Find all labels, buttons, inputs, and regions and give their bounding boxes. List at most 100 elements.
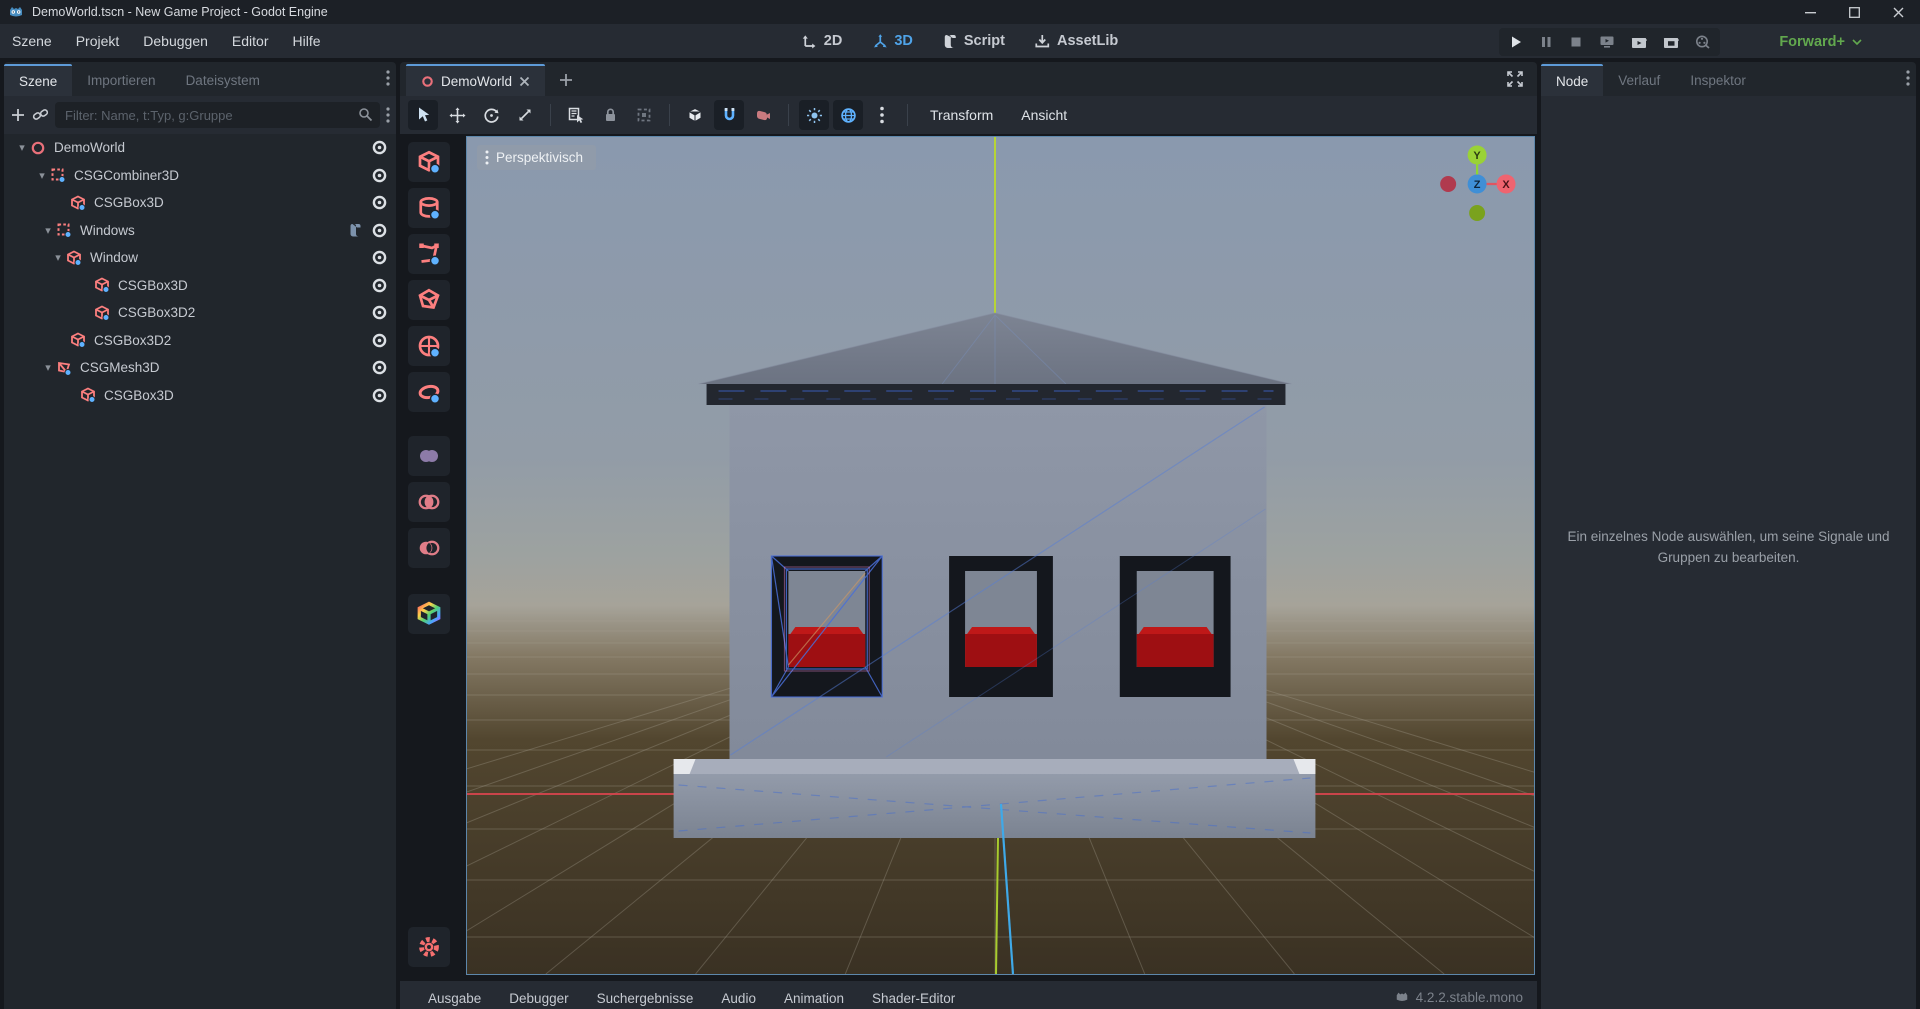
stop-button[interactable]: [1569, 35, 1583, 49]
tree-row-csgbox3d[interactable]: CSGBox3D: [4, 272, 396, 300]
play-button[interactable]: [1509, 35, 1523, 49]
view-menu[interactable]: Ansicht: [1009, 107, 1079, 123]
axis-neg-x[interactable]: [1440, 176, 1456, 192]
bottom-tab-debugger[interactable]: Debugger: [495, 985, 582, 1006]
tree-row-csgbox3d2[interactable]: CSGBox3D2: [4, 299, 396, 327]
visibility-icon[interactable]: [371, 387, 388, 404]
tree-row-csgbox3d[interactable]: CSGBox3D: [4, 382, 396, 410]
visibility-icon[interactable]: [371, 249, 388, 266]
csg-polygon-button[interactable]: [408, 234, 450, 274]
play-custom-scene-button[interactable]: [1663, 35, 1679, 49]
lock-node-button[interactable]: [595, 100, 625, 130]
csg-operation-intersection-button[interactable]: [408, 482, 450, 522]
workspace-3d-button[interactable]: 3D: [862, 29, 923, 53]
csg-sphere-icon: [417, 334, 441, 358]
workspace-2d-button[interactable]: 2D: [792, 29, 853, 53]
visibility-icon[interactable]: [371, 139, 388, 156]
tree-row-csgbox3d[interactable]: CSGBox3D: [4, 189, 396, 217]
override-camera-button[interactable]: [748, 100, 778, 130]
visibility-icon[interactable]: [371, 167, 388, 184]
renderer-dropdown[interactable]: Forward+: [1779, 24, 1862, 60]
close-tab-icon[interactable]: [519, 76, 530, 87]
play-scene-button[interactable]: [1631, 35, 1647, 49]
tab-importieren[interactable]: Importieren: [72, 64, 170, 96]
csg-mesh-button[interactable]: [408, 280, 450, 320]
workspace-assetlib-button[interactable]: AssetLib: [1025, 29, 1128, 53]
add-node-button[interactable]: [10, 107, 26, 123]
bottom-tab-animation[interactable]: Animation: [770, 985, 858, 1006]
minimize-button[interactable]: [1788, 0, 1832, 24]
distraction-free-icon[interactable]: [1507, 71, 1523, 87]
visibility-icon[interactable]: [371, 194, 388, 211]
local-space-button[interactable]: [680, 100, 710, 130]
right-dock-menu-icon[interactable]: [1906, 70, 1910, 86]
movie-maker-button[interactable]: [1695, 35, 1710, 49]
transform-menu[interactable]: Transform: [918, 107, 1005, 123]
bottom-tab-ausgabe[interactable]: Ausgabe: [414, 985, 495, 1006]
bottom-tab-audio[interactable]: Audio: [707, 985, 770, 1006]
list-select-tool-button[interactable]: [561, 100, 591, 130]
visibility-icon[interactable]: [371, 277, 388, 294]
sun-environment-menu-button[interactable]: [867, 100, 897, 130]
select-tool-button[interactable]: [408, 100, 438, 130]
maximize-button[interactable]: [1832, 0, 1876, 24]
menu-debuggen[interactable]: Debuggen: [131, 33, 220, 49]
preview-sunlight-button[interactable]: [799, 100, 829, 130]
preview-environment-button[interactable]: [833, 100, 863, 130]
scene-tree-menu-icon[interactable]: [386, 107, 390, 123]
axis-neg-y[interactable]: [1469, 205, 1485, 221]
tree-row-csgcombiner3d[interactable]: ▾ CSGCombiner3D: [4, 162, 396, 190]
bottom-tab-shader-editor[interactable]: Shader-Editor: [858, 985, 969, 1006]
snap-toggle-button[interactable]: [714, 100, 744, 130]
rotate-tool-button[interactable]: [476, 100, 506, 130]
tab-inspektor[interactable]: Inspektor: [1675, 64, 1761, 96]
tree-row-csgbox3d2[interactable]: CSGBox3D2: [4, 327, 396, 355]
tree-row-csgmesh3d[interactable]: ▾ CSGMesh3D: [4, 354, 396, 382]
csg-settings-button[interactable]: [408, 927, 450, 967]
tab-node[interactable]: Node: [1541, 64, 1603, 96]
3d-viewport[interactable]: Y Z X Perspektivisch: [466, 136, 1535, 975]
tree-row-windows[interactable]: ▾ Windows: [4, 217, 396, 245]
tab-szene[interactable]: Szene: [4, 64, 72, 96]
menu-editor[interactable]: Editor: [220, 33, 281, 49]
menu-szene[interactable]: Szene: [0, 33, 64, 49]
left-dock-menu-icon[interactable]: [386, 70, 390, 86]
csg-operation-union-button[interactable]: [408, 436, 450, 476]
workspace-script-button[interactable]: Script: [933, 29, 1015, 53]
bottom-tab-suchergebnisse[interactable]: Suchergebnisse: [583, 985, 708, 1006]
csg-cylinder-button[interactable]: [408, 188, 450, 228]
collapse-arrow-icon[interactable]: ▾: [50, 251, 66, 264]
perspective-menu[interactable]: Perspektivisch: [477, 145, 596, 170]
move-tool-button[interactable]: [442, 100, 472, 130]
csg-combiner-button[interactable]: [408, 594, 450, 634]
tab-dateisystem[interactable]: Dateisystem: [171, 64, 275, 96]
tree-row-demoworld[interactable]: ▾ DemoWorld: [4, 134, 396, 162]
menu-projekt[interactable]: Projekt: [64, 33, 132, 49]
csg-operation-subtraction-button[interactable]: [408, 528, 450, 568]
visibility-icon[interactable]: [371, 359, 388, 376]
pause-button[interactable]: [1539, 35, 1553, 49]
environment-globe-icon: [840, 107, 857, 124]
scene-tab-demoworld[interactable]: DemoWorld: [406, 64, 545, 96]
collapse-arrow-icon[interactable]: ▾: [14, 141, 30, 154]
menu-hilfe[interactable]: Hilfe: [280, 33, 332, 49]
script-attached-icon[interactable]: [348, 222, 363, 238]
tab-verlauf[interactable]: Verlauf: [1603, 64, 1675, 96]
group-node-button[interactable]: [629, 100, 659, 130]
collapse-arrow-icon[interactable]: ▾: [34, 169, 50, 182]
collapse-arrow-icon[interactable]: ▾: [40, 361, 56, 374]
visibility-icon[interactable]: [371, 332, 388, 349]
remote-debug-button[interactable]: [1599, 35, 1615, 49]
csg-sphere-button[interactable]: [408, 326, 450, 366]
instance-scene-button[interactable]: [32, 107, 49, 123]
tree-row-window[interactable]: ▾ Window: [4, 244, 396, 272]
scale-tool-button[interactable]: [510, 100, 540, 130]
csg-torus-button[interactable]: [408, 372, 450, 412]
collapse-arrow-icon[interactable]: ▾: [40, 224, 56, 237]
visibility-icon[interactable]: [371, 304, 388, 321]
close-button[interactable]: [1876, 0, 1920, 24]
new-scene-tab-button[interactable]: [559, 73, 573, 87]
scene-filter-input[interactable]: [55, 102, 380, 128]
visibility-icon[interactable]: [371, 222, 388, 239]
csg-box-button[interactable]: [408, 142, 450, 182]
